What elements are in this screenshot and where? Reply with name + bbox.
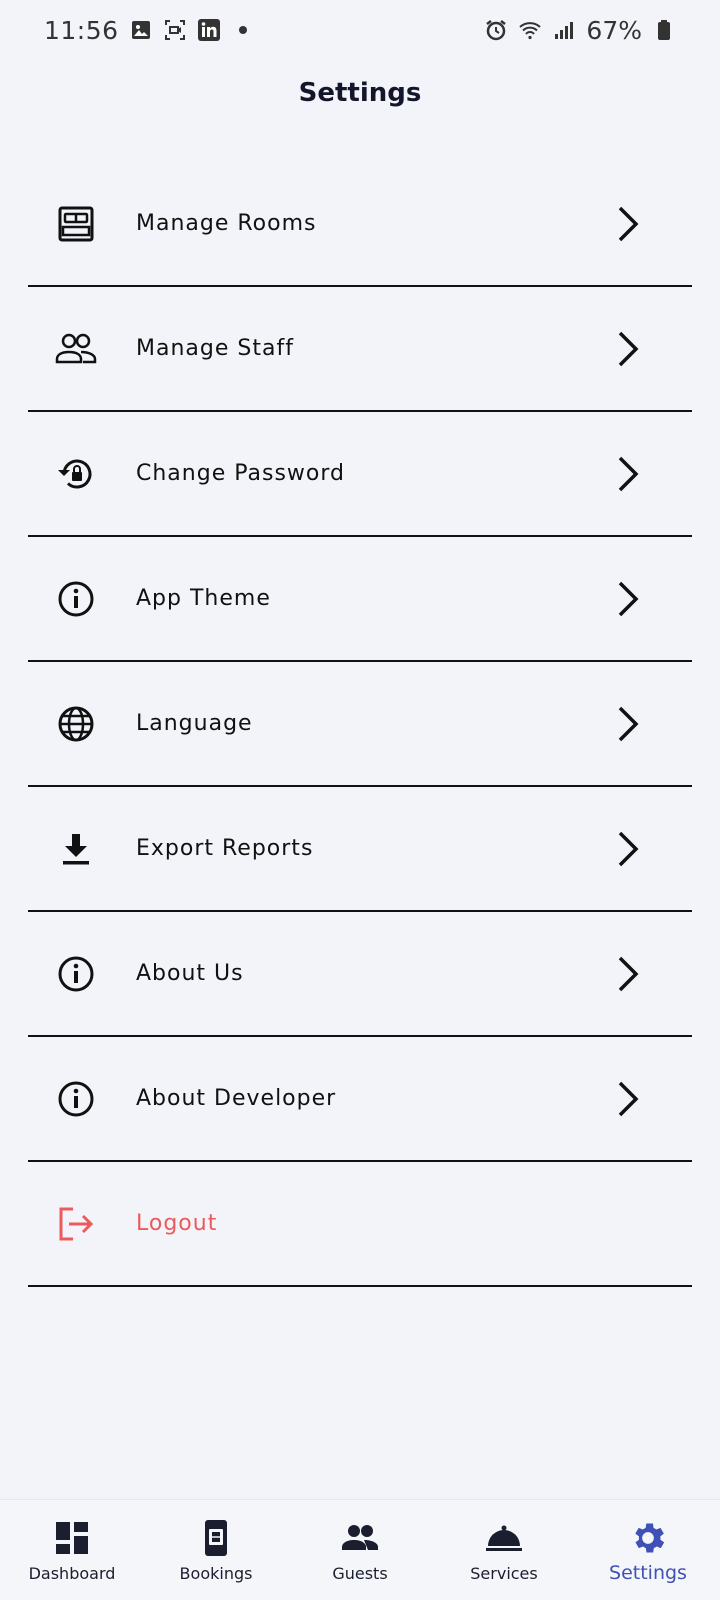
bottom-nav: Dashboard Bookings Guests Services Setti… bbox=[0, 1499, 720, 1600]
battery-icon bbox=[658, 20, 670, 40]
settings-item-change-password[interactable]: Change Password bbox=[28, 412, 692, 537]
tab-settings[interactable]: Settings bbox=[576, 1500, 720, 1584]
globe-icon bbox=[54, 702, 98, 746]
chevron-right-icon bbox=[618, 706, 639, 741]
settings-item-label: Manage Staff bbox=[136, 336, 294, 361]
chevron-right-icon bbox=[618, 206, 639, 241]
chevron-right-icon bbox=[618, 831, 639, 866]
settings-item-manage-rooms[interactable]: Manage Rooms bbox=[28, 162, 692, 287]
nav-label: Bookings bbox=[179, 1564, 253, 1583]
settings-list: Manage Rooms Manage Staff Change Passwor… bbox=[28, 162, 692, 1287]
gallery-icon bbox=[131, 21, 150, 39]
bed-icon bbox=[54, 202, 98, 246]
settings-item-label: App Theme bbox=[136, 586, 271, 611]
screen-record-icon bbox=[164, 20, 185, 40]
lock-reset-icon bbox=[54, 452, 98, 496]
logout-button[interactable]: Logout bbox=[28, 1162, 692, 1287]
page-title: Settings bbox=[298, 78, 422, 108]
info-icon bbox=[54, 952, 98, 996]
settings-item-manage-staff[interactable]: Manage Staff bbox=[28, 287, 692, 412]
download-icon bbox=[54, 827, 98, 871]
tab-dashboard[interactable]: Dashboard bbox=[0, 1500, 144, 1583]
nav-label: Services bbox=[470, 1564, 538, 1583]
guests-icon bbox=[342, 1525, 378, 1550]
battery-percentage: 67% bbox=[586, 15, 642, 45]
dot-icon bbox=[238, 26, 247, 34]
signal-icon bbox=[555, 22, 574, 39]
settings-item-language[interactable]: Language bbox=[28, 662, 692, 787]
gear-icon bbox=[635, 1523, 665, 1553]
tab-guests[interactable]: Guests bbox=[288, 1500, 432, 1583]
nav-label: Guests bbox=[332, 1564, 388, 1583]
settings-item-export-reports[interactable]: Export Reports bbox=[28, 787, 692, 912]
settings-item-label: Change Password bbox=[136, 461, 345, 486]
logout-label: Logout bbox=[136, 1211, 218, 1236]
dashboard-icon bbox=[56, 1522, 88, 1554]
people-icon bbox=[54, 327, 98, 371]
linkedin-icon bbox=[197, 19, 220, 41]
tab-services[interactable]: Services bbox=[432, 1500, 576, 1583]
settings-item-label: Manage Rooms bbox=[136, 211, 317, 236]
logout-icon bbox=[54, 1202, 98, 1246]
settings-item-label: Language bbox=[136, 711, 253, 736]
settings-item-label: About Developer bbox=[136, 1086, 337, 1111]
nav-label: Dashboard bbox=[28, 1564, 116, 1583]
status-time: 11:56 bbox=[44, 15, 119, 45]
settings-item-label: About Us bbox=[136, 961, 244, 986]
wifi-icon bbox=[519, 22, 542, 40]
settings-item-about-us[interactable]: About Us bbox=[28, 912, 692, 1037]
settings-item-label: Export Reports bbox=[136, 836, 314, 861]
status-bar: 11:56 67% bbox=[0, 0, 720, 60]
nav-label: Settings bbox=[609, 1562, 687, 1584]
status-left: 11:56 bbox=[44, 16, 255, 45]
info-icon bbox=[54, 577, 98, 621]
services-icon bbox=[486, 1525, 522, 1551]
chevron-right-icon bbox=[618, 331, 639, 366]
tab-bookings[interactable]: Bookings bbox=[144, 1500, 288, 1583]
settings-item-about-developer[interactable]: About Developer bbox=[28, 1037, 692, 1162]
chevron-right-icon bbox=[618, 456, 639, 491]
bookings-icon bbox=[205, 1520, 227, 1556]
chevron-right-icon bbox=[618, 956, 639, 991]
chevron-right-icon bbox=[618, 581, 639, 616]
info-icon bbox=[54, 1077, 98, 1121]
status-right: 67% bbox=[484, 16, 676, 45]
alarm-icon bbox=[486, 20, 507, 41]
chevron-right-icon bbox=[618, 1081, 639, 1116]
settings-item-app-theme[interactable]: App Theme bbox=[28, 537, 692, 662]
